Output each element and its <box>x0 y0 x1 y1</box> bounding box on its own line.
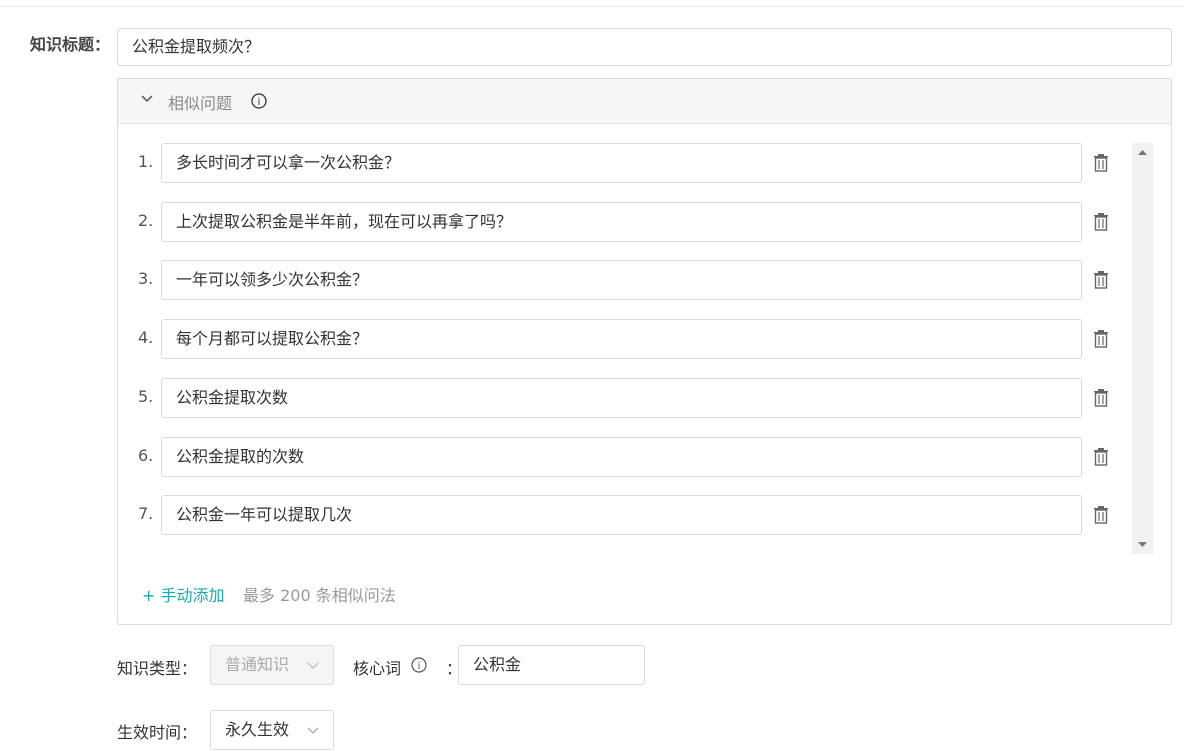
trash-icon[interactable] <box>1092 447 1110 467</box>
chevron-down-icon <box>307 727 319 734</box>
question-number: 1. <box>138 152 154 171</box>
similar-question-input[interactable]: 公积金提取次数 <box>161 378 1082 418</box>
knowledge-type-value: 普通知识 <box>225 655 290 674</box>
list-item: 3. 一年可以领多少次公积金？ <box>118 260 1118 300</box>
trash-icon[interactable] <box>1092 153 1110 173</box>
list-item: 5. 公积金提取次数 <box>118 378 1118 418</box>
similar-question-input[interactable]: 一年可以领多少次公积金？ <box>161 260 1082 300</box>
list-item: 2. 上次提取公积金是半年前，现在可以再拿了吗？ <box>118 202 1118 242</box>
similar-questions-header[interactable]: 相似问题 i <box>118 79 1171 124</box>
trash-icon[interactable] <box>1092 329 1110 349</box>
knowledge-type-label: 知识类型： <box>117 659 198 678</box>
list-item: 6. 公积金提取的次数 <box>118 437 1118 477</box>
list-item: 1. 多长时间才可以拿一次公积金？ <box>118 143 1118 183</box>
knowledge-title-label: 知识标题： <box>30 35 111 54</box>
chevron-down-icon <box>307 662 319 669</box>
effective-time-select[interactable]: 永久生效 <box>210 710 334 750</box>
similar-question-input[interactable]: 上次提取公积金是半年前，现在可以再拿了吗？ <box>161 202 1082 242</box>
vertical-scrollbar[interactable] <box>1132 143 1153 554</box>
trash-icon[interactable] <box>1092 388 1110 408</box>
manual-add-button[interactable]: + 手动添加 <box>142 582 225 606</box>
knowledge-title-input[interactable]: 公积金提取频次？ <box>117 28 1172 66</box>
core-word-input[interactable]: 公积金 <box>458 645 645 685</box>
trash-icon[interactable] <box>1092 270 1110 290</box>
scroll-down-arrow-icon[interactable] <box>1132 534 1153 554</box>
info-icon[interactable]: i <box>251 93 267 109</box>
chevron-down-icon[interactable] <box>140 92 154 106</box>
knowledge-type-select[interactable]: 普通知识 <box>210 645 334 685</box>
scroll-up-arrow-icon[interactable] <box>1132 143 1153 163</box>
list-item: 4. 每个月都可以提取公积金？ <box>118 319 1118 359</box>
top-divider <box>0 6 1184 7</box>
question-number: 4. <box>138 328 154 347</box>
similar-questions-panel: 相似问题 i 1. 多长时间才可以拿一次公积金？ 2. 上次提取公积金是半年前，… <box>117 78 1172 625</box>
question-number: 3. <box>138 269 154 288</box>
question-number: 2. <box>138 211 154 230</box>
trash-icon[interactable] <box>1092 505 1110 525</box>
core-word-label: 核心词 <box>353 659 402 678</box>
effective-time-value: 永久生效 <box>225 720 290 739</box>
info-icon[interactable]: i <box>411 657 427 673</box>
question-number: 5. <box>138 387 154 406</box>
similar-questions-title: 相似问题 <box>168 94 233 113</box>
effective-time-label: 生效时间： <box>117 723 198 742</box>
svg-text:i: i <box>258 97 261 108</box>
list-item: 7. 公积金一年可以提取几次 <box>118 495 1118 535</box>
trash-icon[interactable] <box>1092 212 1110 232</box>
question-number: 7. <box>138 504 154 523</box>
max-similar-hint: 最多 200 条相似问法 <box>243 586 396 605</box>
similar-question-input[interactable]: 多长时间才可以拿一次公积金？ <box>161 143 1082 183</box>
similar-question-input[interactable]: 公积金提取的次数 <box>161 437 1082 477</box>
question-number: 6. <box>138 446 154 465</box>
similar-question-input[interactable]: 公积金一年可以提取几次 <box>161 495 1082 535</box>
svg-text:i: i <box>418 661 421 672</box>
similar-question-input[interactable]: 每个月都可以提取公积金？ <box>161 319 1082 359</box>
